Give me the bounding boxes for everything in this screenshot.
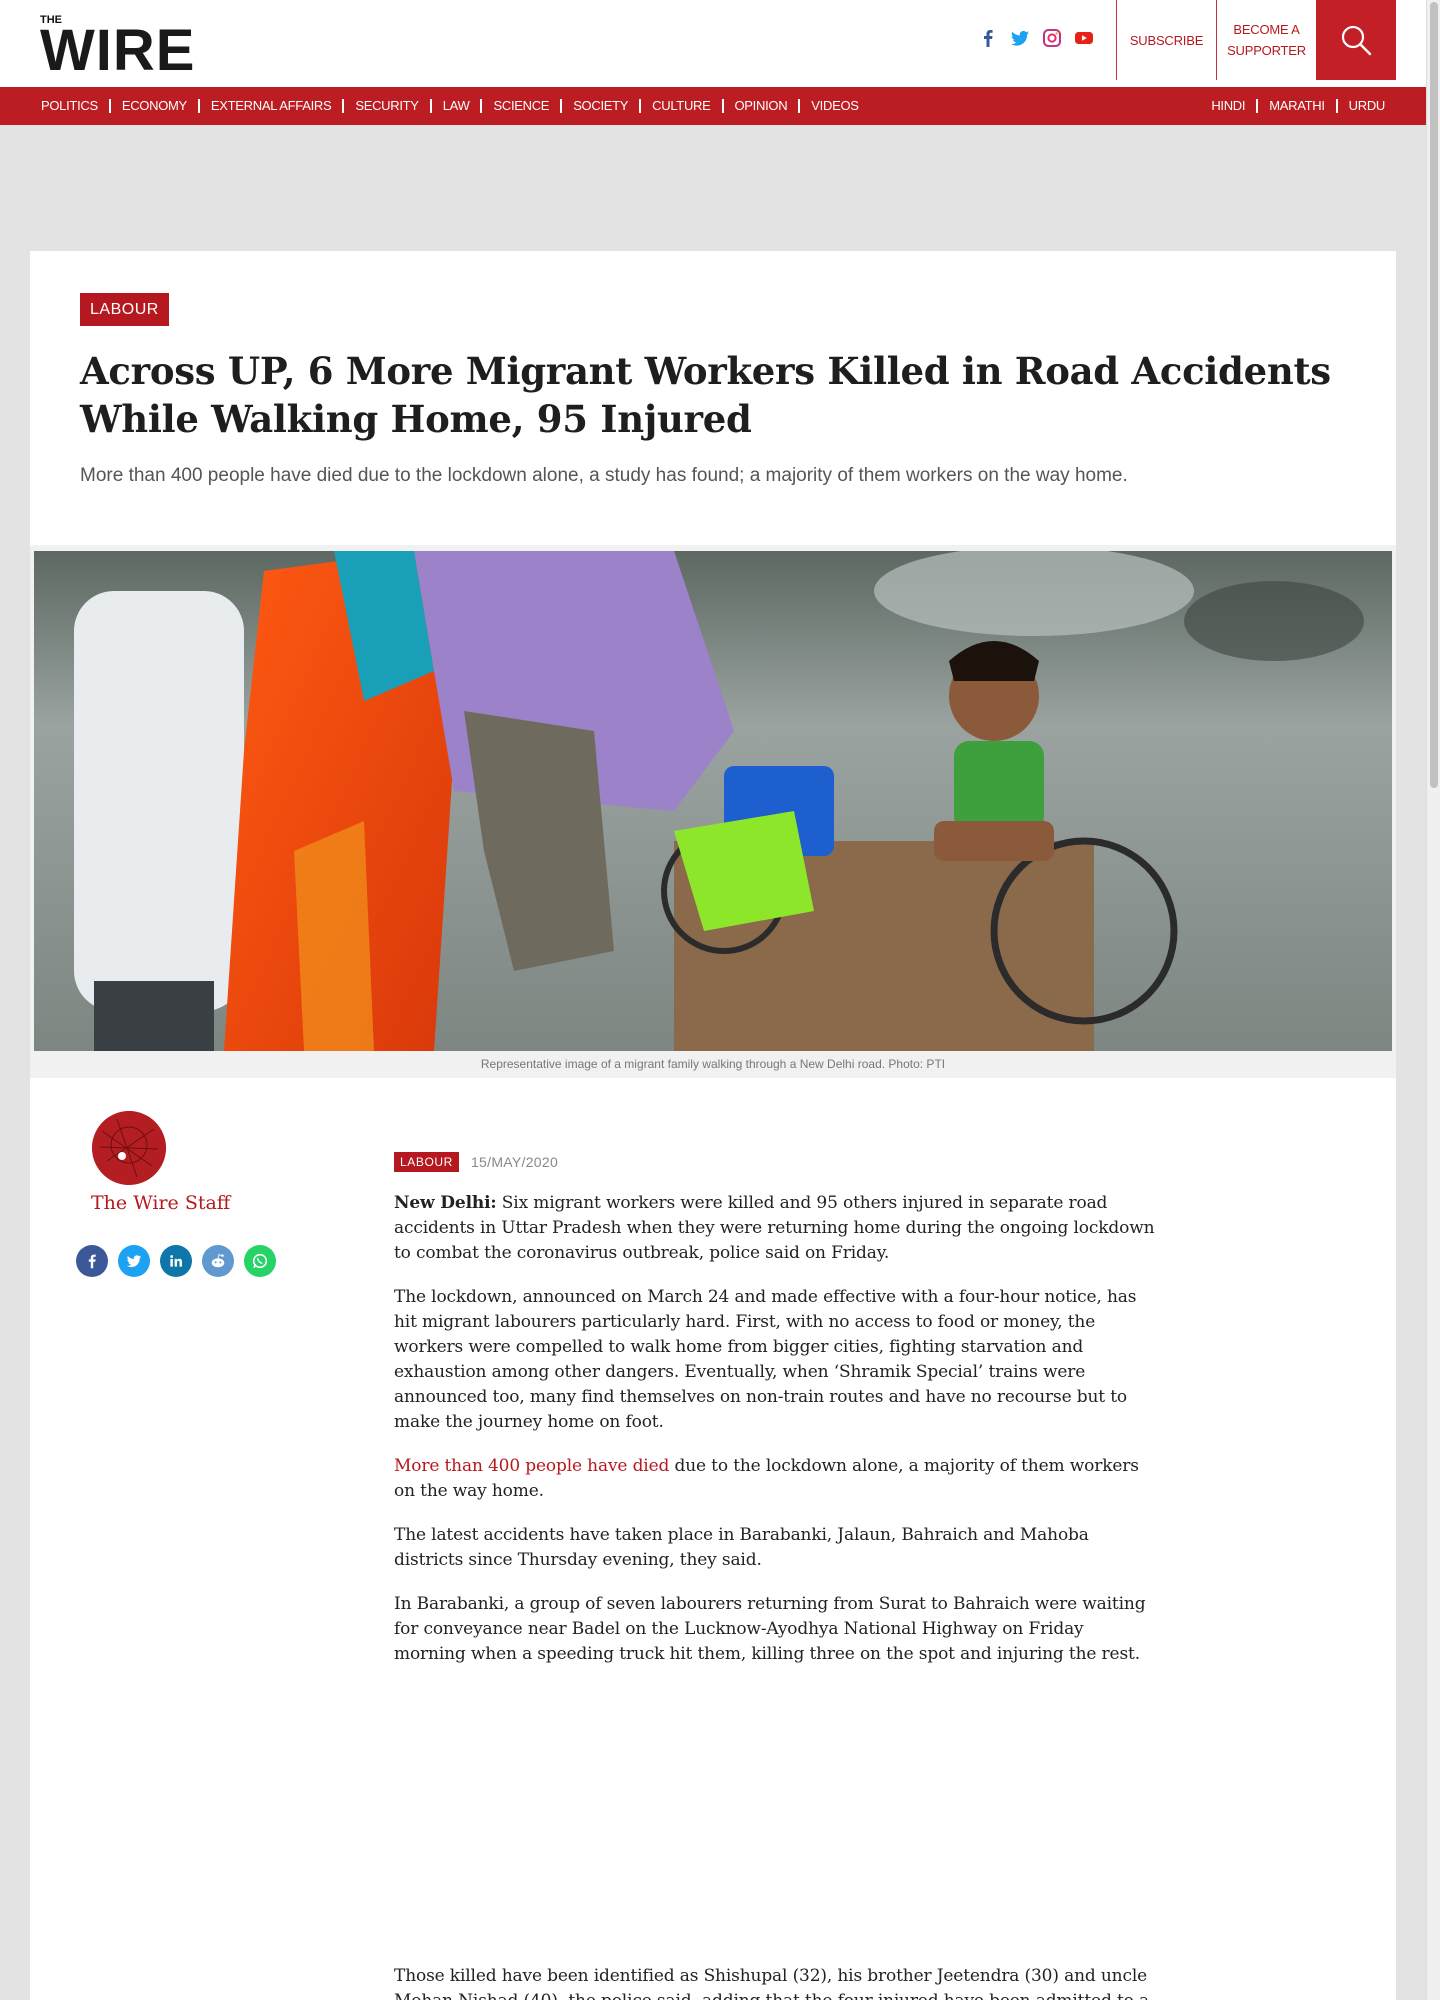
ad-space [394,1686,1156,1964]
nav-item-videos[interactable]: VIDEOS [800,99,869,113]
category-tag[interactable]: LABOUR [80,293,169,326]
search-button[interactable] [1316,0,1396,80]
facebook-share-icon[interactable] [76,1245,108,1277]
article-body-card: The Wire Staff LABOUR 15/MAY/2020 New De… [30,1078,1396,2000]
whatsapp-share-icon[interactable] [244,1245,276,1277]
nav-item-politics[interactable]: POLITICS [30,99,111,113]
supporter-label-line2: SUPPORTER [1227,43,1306,58]
article-paragraph-6: Those killed have been identified as Shi… [394,1966,1149,2000]
instagram-icon[interactable] [1042,28,1062,48]
the-wire-avatar-logo [92,1111,166,1185]
reddit-share-icon[interactable] [202,1245,234,1277]
supporter-label: BECOME A SUPPORTER [1227,19,1306,61]
nav-item-economy[interactable]: ECONOMY [111,99,200,113]
nav-item-marathi[interactable]: MARATHI [1258,99,1338,113]
article-paragraph-3: More than 400 people have died due to th… [394,1454,1156,1504]
article-meta: LABOUR 15/MAY/2020 [394,1152,1156,1172]
linkedin-share-icon[interactable] [160,1245,192,1277]
nav-item-opinion[interactable]: OPINION [724,99,801,113]
featured-image [34,551,1392,1051]
dateline: New Delhi: [394,1193,497,1213]
subscribe-label: SUBSCRIBE [1129,32,1204,48]
lockdown-deaths-link[interactable]: More than 400 people have died [394,1456,669,1476]
section-nav: POLITICS ECONOMY EXTERNAL AFFAIRS SECURI… [30,87,870,125]
logo-wire-text: WIRE [40,18,196,83]
featured-image-block: Representative image of a migrant family… [30,545,1396,1078]
article-paragraph-5: In Barabanki, a group of seven labourers… [394,1594,1146,1664]
nav-item-external-affairs[interactable]: EXTERNAL AFFAIRS [200,99,345,113]
image-caption: Representative image of a migrant family… [480,1057,946,1071]
nav-item-security[interactable]: SECURITY [344,99,432,113]
nav-item-law[interactable]: LAW [432,99,483,113]
facebook-icon[interactable] [978,28,998,48]
article-paragraph-1: New Delhi: Six migrant workers were kill… [394,1191,1156,1266]
article-paragraph-4: The latest accidents have taken place in… [394,1525,1089,1570]
publish-date: 15/MAY/2020 [470,1154,559,1170]
author-name[interactable]: The Wire Staff [91,1192,230,1214]
article-headline: Across UP, 6 More Migrant Workers Killed… [80,349,1331,441]
the-wire-logo[interactable]: THE WIRE [40,14,220,82]
twitter-icon[interactable] [1010,28,1030,48]
nav-item-culture[interactable]: CULTURE [641,99,724,113]
article-header: LABOUR Across UP, 6 More Migrant Workers… [30,251,1396,545]
supporter-label-line1: BECOME A [1233,22,1300,37]
search-icon [1341,25,1372,56]
share-buttons [76,1245,276,1277]
youtube-icon[interactable] [1074,28,1094,48]
become-supporter-button[interactable]: BECOME A SUPPORTER [1216,0,1316,80]
paragraph-1-text: Six migrant workers were killed and 95 o… [394,1193,1155,1263]
author-avatar[interactable] [92,1111,166,1185]
article-content: LABOUR 15/MAY/2020 New Delhi: Six migran… [394,1152,1156,2000]
subscribe-button[interactable]: SUBSCRIBE [1116,0,1216,80]
page-scrollbar[interactable] [1426,0,1440,2000]
language-nav: HINDI MARATHI URDU [1200,87,1396,125]
article-standfirst: More than 400 people have died due to th… [80,465,1128,486]
migrant-family-photo [34,551,1392,1051]
twitter-share-icon[interactable] [118,1245,150,1277]
meta-category-tag[interactable]: LABOUR [394,1152,459,1172]
main-navigation: POLITICS ECONOMY EXTERNAL AFFAIRS SECURI… [0,87,1426,125]
scrollbar-thumb[interactable] [1430,2,1438,788]
social-links [978,28,1094,48]
nav-item-urdu[interactable]: URDU [1338,99,1396,113]
nav-item-science[interactable]: SCIENCE [482,99,563,113]
nav-item-hindi[interactable]: HINDI [1200,99,1259,113]
site-header: THE WIRE SUBSCRIBE BECOME A SUPPORTER [0,0,1426,87]
article-paragraph-2: The lockdown, announced on March 24 and … [394,1287,1137,1432]
nav-item-society[interactable]: SOCIETY [562,99,642,113]
